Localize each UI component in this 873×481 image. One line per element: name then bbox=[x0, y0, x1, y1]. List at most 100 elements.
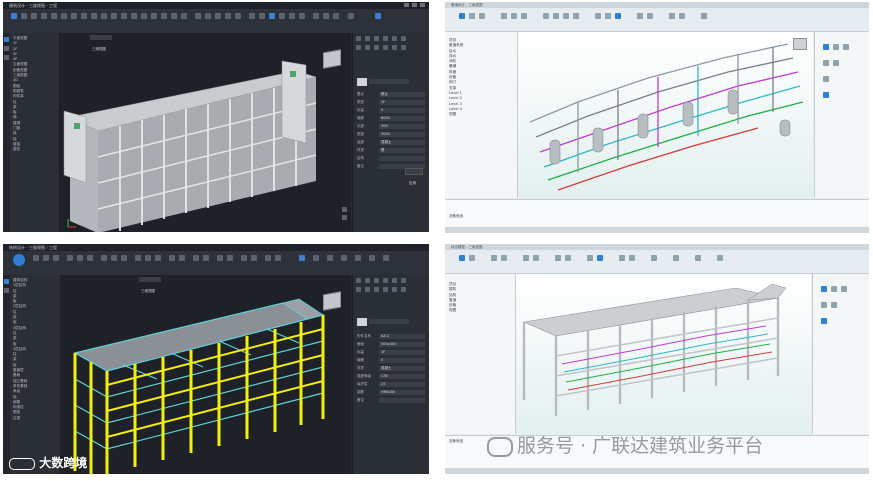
duct-icon[interactable] bbox=[469, 13, 475, 19]
3d-viewport[interactable] bbox=[516, 274, 811, 434]
delete-icon[interactable] bbox=[401, 45, 406, 50]
fitting-icon[interactable] bbox=[479, 13, 485, 19]
render-icon[interactable] bbox=[181, 13, 187, 19]
rotate-icon[interactable] bbox=[155, 255, 161, 261]
column-icon[interactable] bbox=[43, 255, 49, 261]
property-value-field[interactable]: 3000 bbox=[379, 132, 425, 137]
grid-icon[interactable] bbox=[33, 255, 39, 261]
line-icon[interactable] bbox=[365, 278, 370, 283]
property-value-field[interactable]: 500x500 bbox=[379, 342, 425, 347]
property-value-field[interactable] bbox=[379, 156, 425, 161]
mirror-icon[interactable] bbox=[169, 255, 175, 261]
roof-icon[interactable] bbox=[111, 13, 117, 19]
filter-icon[interactable] bbox=[289, 13, 295, 19]
view-cube-icon[interactable] bbox=[323, 49, 341, 69]
property-value-field[interactable]: 6000 bbox=[379, 116, 425, 121]
tree-item[interactable]: 视图 bbox=[449, 308, 513, 313]
help-icon[interactable] bbox=[369, 255, 375, 261]
filter-icon[interactable] bbox=[227, 255, 233, 261]
share-icon[interactable] bbox=[355, 255, 361, 261]
settings-icon[interactable] bbox=[701, 13, 707, 19]
export-icon[interactable] bbox=[651, 255, 657, 261]
sync-icon[interactable] bbox=[673, 255, 679, 261]
trim-icon[interactable] bbox=[193, 255, 199, 261]
cloud-icon[interactable] bbox=[333, 13, 339, 19]
report-icon[interactable] bbox=[637, 13, 643, 19]
window-icon[interactable] bbox=[91, 13, 97, 19]
tree-item[interactable]: 过梁 bbox=[13, 416, 59, 421]
valve-icon[interactable] bbox=[501, 13, 507, 19]
tree-item[interactable]: 属性 bbox=[13, 147, 58, 152]
mirror-icon[interactable] bbox=[225, 13, 231, 19]
3d-viewport[interactable]: 三维视图 bbox=[60, 33, 351, 232]
camera-icon[interactable] bbox=[171, 13, 177, 19]
slope-icon[interactable] bbox=[563, 13, 569, 19]
elevation-icon[interactable] bbox=[161, 13, 167, 19]
clash-icon[interactable] bbox=[597, 255, 603, 261]
rotate-icon[interactable] bbox=[821, 302, 827, 308]
equipment-icon[interactable] bbox=[523, 255, 529, 261]
property-value-field[interactable]: 混凝土 bbox=[379, 140, 425, 145]
layer-icon[interactable] bbox=[217, 255, 223, 261]
load-icon[interactable] bbox=[111, 255, 117, 261]
door-icon[interactable] bbox=[81, 13, 87, 19]
mirror-icon[interactable] bbox=[833, 60, 839, 66]
clash-icon[interactable] bbox=[605, 13, 611, 19]
axis-icon[interactable] bbox=[31, 13, 37, 19]
calc-icon[interactable] bbox=[615, 13, 621, 19]
pipe-icon[interactable] bbox=[459, 13, 465, 19]
arc-icon[interactable] bbox=[392, 36, 397, 41]
print-icon[interactable] bbox=[275, 255, 281, 261]
property-value-field[interactable]: 300 bbox=[379, 124, 425, 129]
duct-icon[interactable] bbox=[469, 255, 475, 261]
hide-icon[interactable] bbox=[821, 318, 827, 324]
arc-icon[interactable] bbox=[392, 278, 397, 283]
sprinkler-icon[interactable] bbox=[521, 13, 527, 19]
maximize-icon[interactable] bbox=[412, 3, 417, 7]
type-selector[interactable] bbox=[369, 319, 409, 324]
property-value-field[interactable]: KZ-1 bbox=[379, 334, 425, 339]
section-icon[interactable] bbox=[151, 13, 157, 19]
report-icon[interactable] bbox=[251, 255, 257, 261]
split-icon[interactable] bbox=[203, 255, 209, 261]
property-value-field[interactable]: C30 bbox=[379, 374, 425, 379]
view-cube-icon[interactable] bbox=[323, 291, 341, 311]
copy-icon[interactable] bbox=[831, 286, 837, 292]
offset-icon[interactable] bbox=[356, 287, 361, 292]
user-icon[interactable] bbox=[383, 255, 389, 261]
type-selector[interactable] bbox=[369, 79, 409, 84]
check-icon[interactable] bbox=[587, 255, 593, 261]
mirror-icon[interactable] bbox=[831, 302, 837, 308]
property-value-field[interactable]: 1F bbox=[379, 350, 425, 355]
hanger-icon[interactable] bbox=[533, 255, 539, 261]
polygon-icon[interactable] bbox=[401, 278, 406, 283]
pan-icon[interactable] bbox=[342, 215, 347, 220]
rotate-icon[interactable] bbox=[823, 60, 829, 66]
copy-icon[interactable] bbox=[195, 13, 201, 19]
schedule-icon[interactable] bbox=[629, 255, 635, 261]
settings-icon[interactable] bbox=[327, 255, 333, 261]
extend-icon[interactable] bbox=[365, 45, 370, 50]
visibility-icon[interactable] bbox=[299, 13, 305, 19]
layer-icon[interactable] bbox=[269, 13, 275, 19]
beam-icon[interactable] bbox=[51, 13, 57, 19]
cloud-icon[interactable] bbox=[341, 255, 347, 261]
wall-icon[interactable] bbox=[71, 13, 77, 19]
move-icon[interactable] bbox=[205, 13, 211, 19]
minimize-icon[interactable] bbox=[404, 3, 409, 7]
settings-icon[interactable] bbox=[348, 13, 354, 19]
align-icon[interactable] bbox=[823, 76, 829, 82]
hanger-icon[interactable] bbox=[543, 13, 549, 19]
scale-icon[interactable] bbox=[392, 45, 397, 50]
close-icon[interactable] bbox=[420, 3, 425, 7]
equipment-icon[interactable] bbox=[511, 13, 517, 19]
chamfer-icon[interactable] bbox=[383, 287, 388, 292]
schedule-icon[interactable] bbox=[647, 13, 653, 19]
edit-icon[interactable] bbox=[823, 44, 829, 50]
extend-icon[interactable] bbox=[365, 287, 370, 292]
project-icon[interactable] bbox=[4, 37, 9, 42]
home-icon[interactable] bbox=[11, 13, 17, 19]
beam-icon[interactable] bbox=[53, 255, 59, 261]
tree-item[interactable]: 视图 bbox=[449, 112, 515, 117]
slab-icon[interactable] bbox=[61, 13, 67, 19]
